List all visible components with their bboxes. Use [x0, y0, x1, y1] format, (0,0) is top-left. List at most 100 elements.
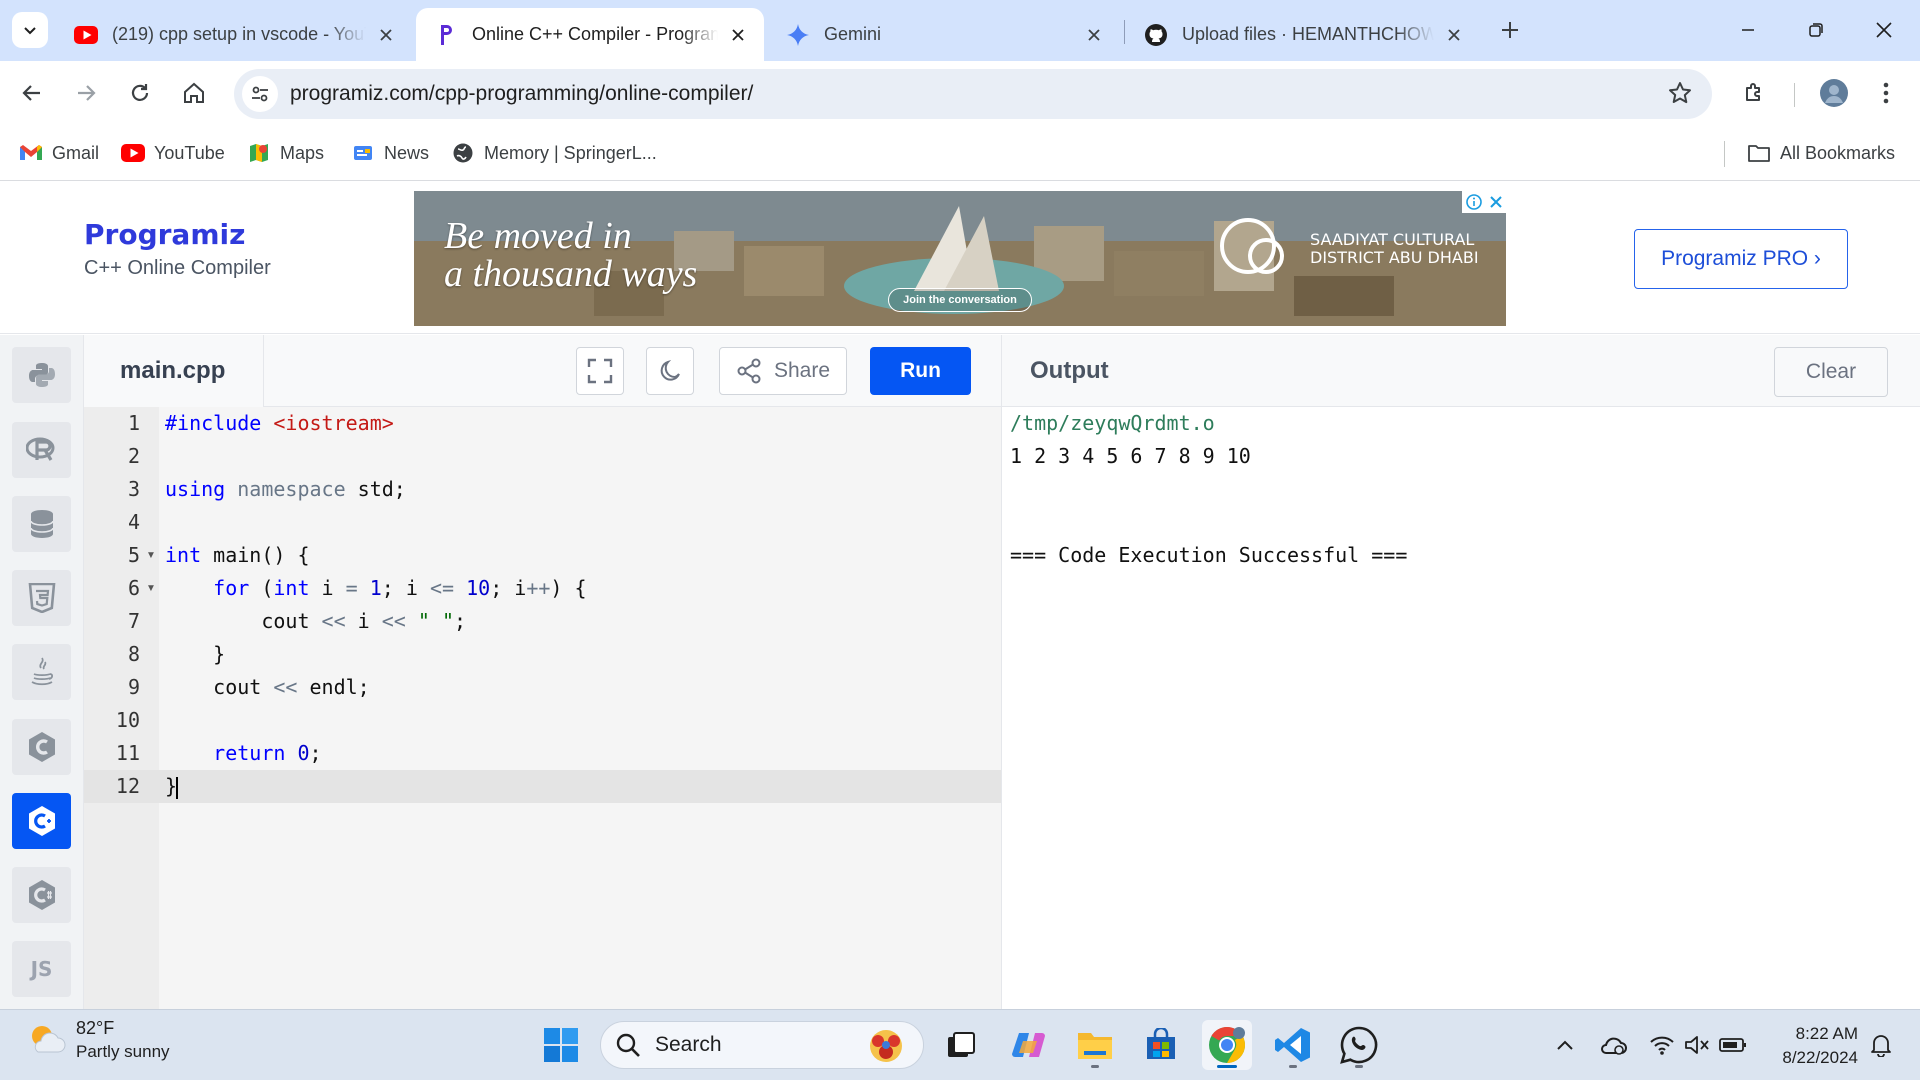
all-bookmarks-label: All Bookmarks — [1780, 142, 1896, 163]
line-number: 3 — [127, 477, 140, 501]
minimize-button[interactable] — [1726, 12, 1770, 48]
bookmark-youtube[interactable]: YouTube — [120, 139, 225, 167]
close-tab-icon[interactable] — [1084, 25, 1104, 45]
close-window-button[interactable] — [1862, 12, 1906, 48]
wifi-button[interactable] — [1647, 1030, 1677, 1060]
weather-widget[interactable]: 82°F Partly sunny — [26, 1018, 170, 1062]
youtube-icon — [74, 23, 98, 47]
restore-button[interactable] — [1794, 12, 1838, 48]
close-tab-icon[interactable] — [376, 25, 396, 45]
close-tab-icon[interactable] — [728, 25, 748, 45]
bookmark-star-button[interactable] — [1668, 81, 1692, 110]
url-text[interactable]: programiz.com/cpp-programming/online-com… — [290, 82, 753, 106]
python-icon — [28, 363, 55, 387]
more-vert-icon — [1883, 82, 1889, 104]
programiz-header: Programiz C++ Online Compiler Be moved i… — [0, 182, 1920, 334]
bookmark-label: News — [384, 142, 430, 163]
language-java[interactable] — [12, 644, 71, 700]
toolbar-divider — [1794, 83, 1795, 107]
csharp-icon — [28, 880, 55, 910]
notifications-button[interactable] — [1866, 1030, 1896, 1060]
tab-youtube[interactable]: (219) cpp setup in vscode - YouTube — [56, 8, 412, 61]
language-python[interactable] — [12, 347, 71, 403]
bookmark-gmail[interactable]: Gmail — [18, 139, 99, 167]
close-tab-icon[interactable] — [1444, 25, 1464, 45]
vscode-button[interactable] — [1268, 1020, 1318, 1070]
run-button[interactable]: Run — [870, 347, 971, 395]
programiz-logo[interactable]: Programiz C++ Online Compiler — [84, 218, 271, 280]
home-button[interactable] — [174, 73, 214, 113]
ad-info-icon[interactable] — [1465, 194, 1482, 210]
language-c[interactable] — [12, 719, 71, 775]
ad-headline-line-1: Be moved in — [444, 215, 632, 257]
whatsapp-button[interactable] — [1334, 1020, 1384, 1070]
volume-button[interactable] — [1682, 1030, 1712, 1060]
start-button[interactable] — [536, 1020, 586, 1070]
cloud-icon — [1601, 1037, 1627, 1055]
code-editor[interactable]: 1 2 3 4 5 6 7 8 9 10 11 12 ▼ ▼ #include … — [84, 407, 1001, 1009]
share-button[interactable]: Share — [719, 347, 847, 395]
volume-muted-icon — [1685, 1036, 1709, 1054]
battery-icon — [1719, 1038, 1746, 1052]
language-r[interactable] — [12, 422, 71, 478]
copilot-button[interactable] — [1004, 1020, 1054, 1070]
tab-github[interactable]: Upload files · HEMANTHCHOWDARY — [1126, 8, 1480, 61]
programiz-pro-button[interactable]: Programiz PRO › — [1634, 229, 1848, 289]
tab-search-button[interactable] — [12, 12, 48, 48]
taskbar-search[interactable]: Search — [600, 1021, 924, 1069]
all-bookmarks-button[interactable]: All Bookmarks — [1746, 139, 1895, 167]
running-indicator — [1355, 1065, 1363, 1068]
language-cpp[interactable] — [12, 793, 71, 849]
ad-close-icon[interactable] — [1489, 195, 1503, 209]
bookmark-news[interactable]: News — [350, 139, 429, 167]
fullscreen-button[interactable] — [576, 347, 624, 395]
show-hidden-icons-button[interactable] — [1550, 1030, 1580, 1060]
extensions-button[interactable] — [1734, 73, 1774, 113]
theme-toggle-button[interactable] — [646, 347, 694, 395]
battery-button[interactable] — [1718, 1030, 1748, 1060]
fold-toggle-icon[interactable]: ▼ — [146, 539, 156, 572]
bookmark-maps[interactable]: Maps — [246, 139, 324, 167]
bookmark-springer[interactable]: Memory | SpringerL... — [450, 139, 657, 167]
new-tab-button[interactable] — [1494, 14, 1526, 46]
line-number: 7 — [127, 609, 140, 633]
language-html[interactable] — [12, 570, 71, 626]
file-explorer-button[interactable] — [1070, 1020, 1120, 1070]
share-icon — [737, 358, 761, 384]
chevron-down-icon — [24, 27, 36, 35]
tab-gemini[interactable]: Gemini — [768, 8, 1120, 61]
tab-programiz[interactable]: Online C++ Compiler - Programiz — [416, 8, 764, 61]
clear-output-button[interactable]: Clear — [1774, 347, 1888, 397]
language-csharp[interactable] — [12, 867, 71, 923]
database-icon — [29, 510, 54, 538]
onedrive-button[interactable] — [1598, 1030, 1628, 1060]
ad-cta-button[interactable]: Join the conversation — [888, 288, 1032, 312]
c-icon — [28, 732, 55, 762]
output-toolbar: Output Clear — [1001, 335, 1920, 407]
advertisement-banner[interactable]: Be moved in a thousand ways SAADIYAT CUL… — [414, 191, 1506, 326]
file-tab-main-cpp[interactable]: main.cpp — [84, 335, 264, 407]
chrome-button[interactable] — [1202, 1020, 1252, 1070]
active-line-highlight — [84, 770, 1001, 803]
ad-choices[interactable] — [1462, 191, 1506, 213]
ad-brand-line-1: SAADIYAT CULTURAL — [1310, 230, 1475, 249]
fold-toggle-icon[interactable]: ▼ — [146, 572, 156, 605]
address-bar[interactable]: programiz.com/cpp-programming/online-com… — [234, 69, 1712, 119]
whatsapp-icon — [1340, 1026, 1378, 1064]
task-view-button[interactable] — [936, 1020, 986, 1070]
back-button[interactable] — [12, 73, 52, 113]
javascript-icon: JS — [30, 957, 53, 981]
profile-button[interactable] — [1814, 73, 1854, 113]
reload-button[interactable] — [120, 73, 160, 113]
browser-toolbar: programiz.com/cpp-programming/online-com… — [0, 61, 1920, 127]
task-view-icon — [948, 1032, 975, 1057]
browser-menu-button[interactable] — [1866, 73, 1906, 113]
line-number: 9 — [127, 675, 140, 699]
site-info-button[interactable] — [242, 76, 278, 112]
language-sql[interactable] — [12, 496, 71, 552]
bookmarks-divider — [1724, 141, 1725, 167]
microsoft-store-button[interactable] — [1136, 1020, 1186, 1070]
language-javascript[interactable]: JS — [12, 941, 71, 997]
taskbar-clock[interactable]: 8:22 AM 8/22/2024 — [1768, 1022, 1858, 1070]
forward-button[interactable] — [66, 73, 106, 113]
